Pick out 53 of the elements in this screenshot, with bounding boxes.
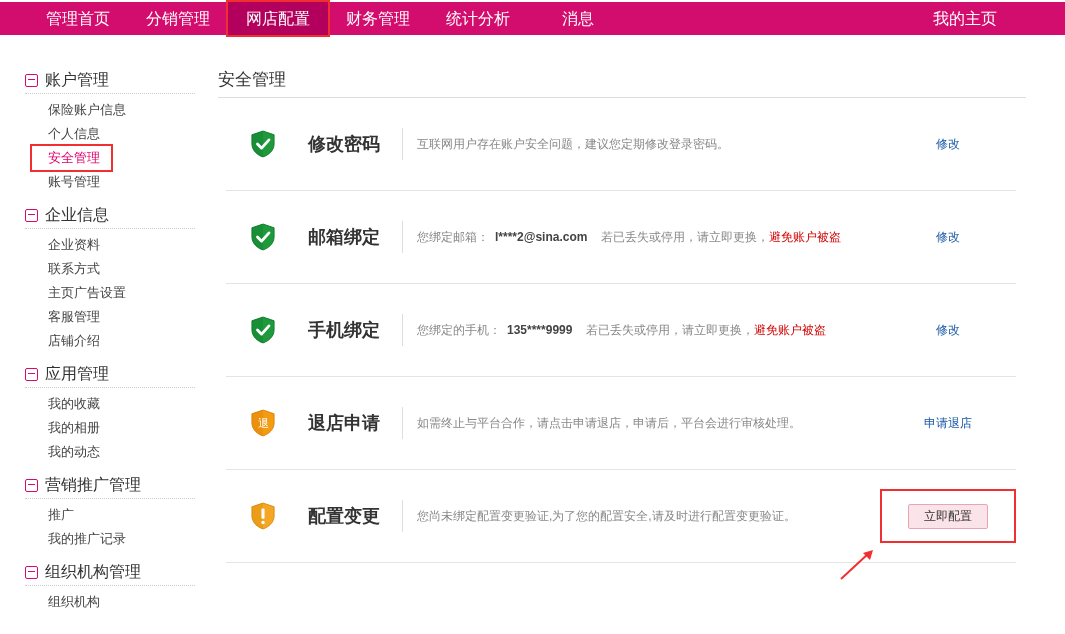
action-link[interactable]: 修改 [936, 135, 960, 153]
sidebar-group-header[interactable]: 组织机构管理 [25, 559, 195, 586]
collapse-icon[interactable] [25, 565, 38, 579]
item-title: 修改密码 [308, 133, 381, 156]
item-title: 手机绑定 [308, 319, 381, 342]
shield-check-icon [251, 315, 275, 345]
sidebar-item[interactable]: 我的收藏 [48, 395, 100, 413]
section-title: 安全管理 [218, 67, 1026, 98]
sidebar-item[interactable]: 账号管理 [48, 173, 100, 191]
sidebar-group-header[interactable]: 应用管理 [25, 361, 195, 388]
collapse-icon[interactable] [25, 73, 38, 87]
item-title: 退店申请 [308, 412, 381, 435]
sidebar-item[interactable]: 主页广告设置 [48, 284, 126, 302]
nav-tab[interactable]: 消息 [528, 2, 628, 35]
nav-tab[interactable]: 管理首页 [28, 2, 128, 35]
shield-check-icon [251, 129, 275, 159]
sidebar-item[interactable]: 客服管理 [48, 308, 100, 326]
sidebar-item[interactable]: 推广 [48, 506, 74, 524]
nav-tab[interactable]: 统计分析 [428, 2, 528, 35]
nav-link[interactable]: 我的主页 [933, 2, 1065, 35]
sidebar-item[interactable]: 安全管理 [32, 146, 111, 170]
sidebar-group-header[interactable]: 账户管理 [25, 67, 195, 94]
sidebar-item[interactable]: 组织机构 [48, 593, 100, 611]
sidebar-item[interactable]: 我的相册 [48, 419, 100, 437]
sidebar-item[interactable]: 保险账户信息 [48, 101, 126, 119]
action-link[interactable]: 修改 [936, 228, 960, 246]
shield-check-icon [251, 222, 275, 252]
nav-tab[interactable]: 分销管理 [128, 2, 228, 35]
collapse-icon[interactable] [25, 478, 38, 492]
item-title: 邮箱绑定 [308, 226, 381, 249]
config-button[interactable]: 立即配置 [908, 503, 988, 529]
sidebar-group-header[interactable]: 营销推广管理 [25, 472, 195, 499]
nav-tab[interactable]: 财务管理 [328, 2, 428, 35]
shield-icon: 退 [251, 408, 275, 438]
collapse-icon[interactable] [25, 208, 38, 222]
sidebar-item[interactable]: 我的动态 [48, 443, 100, 461]
sidebar-item[interactable]: 个人信息 [48, 125, 100, 143]
sidebar-group-header[interactable]: 企业信息 [25, 202, 195, 229]
action-link[interactable]: 申请退店 [924, 414, 972, 432]
shield-exclamation-icon [251, 501, 275, 531]
description-text: 您绑定邮箱： l****2@sina.com 若已丢失或停用，请立即更换，避免账户被盗 [417, 228, 843, 246]
collapse-icon[interactable] [25, 367, 38, 381]
description-text: 互联网用户存在账户安全问题，建议您定期修改登录密码。 [417, 135, 730, 153]
sidebar-item[interactable]: 联系方式 [48, 260, 100, 278]
item-title: 配置变更 [308, 505, 381, 528]
sidebar-item[interactable]: 店铺介绍 [48, 332, 100, 350]
action-link[interactable]: 修改 [936, 321, 960, 339]
sidebar-item[interactable]: 我的推广记录 [48, 530, 126, 548]
nav-tab[interactable]: 网店配置 [228, 2, 328, 35]
description-text: 您绑定的手机： 135****9999 若已丢失或停用，请立即更换，避免账户被盗 [417, 321, 828, 339]
description-text: 如需终止与平台合作，请点击申请退店，申请后，平台会进行审核处理。 [417, 414, 802, 432]
description-text: 您尚未绑定配置变更验证,为了您的配置安全,请及时进行配置变更验证。 [417, 507, 797, 525]
sidebar-item[interactable]: 企业资料 [48, 236, 100, 254]
